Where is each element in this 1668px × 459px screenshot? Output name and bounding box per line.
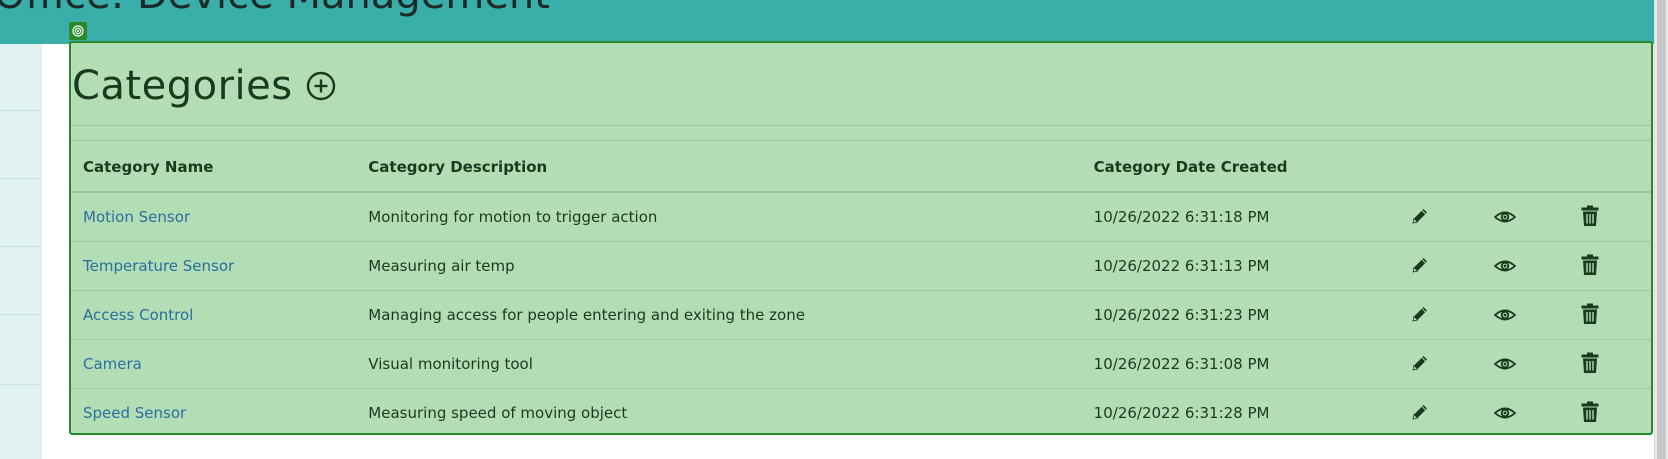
eye-icon — [1494, 260, 1517, 272]
view-cell — [1481, 241, 1567, 291]
delete-button[interactable] — [1578, 351, 1602, 375]
category-date-created-cell: 10/26/2022 6:31:18 PM — [1081, 192, 1397, 242]
sidebar-divider — [0, 110, 42, 111]
delete-cell — [1566, 241, 1651, 291]
edit-cell — [1396, 389, 1481, 438]
view-button[interactable] — [1493, 401, 1517, 425]
sidebar-divider — [0, 314, 42, 315]
table-row: Motion Sensor Monitoring for motion to t… — [71, 192, 1651, 242]
category-name-cell: Access Control — [71, 290, 357, 340]
pencil-icon — [1412, 209, 1428, 224]
eye-icon — [1494, 309, 1517, 321]
column-header-delete — [1566, 143, 1651, 193]
view-cell — [1481, 389, 1566, 438]
table-header-row: Category Name Category Description Categ… — [71, 143, 1651, 193]
categories-table: Category Name Category Description Categ… — [71, 143, 1651, 437]
view-button[interactable] — [1493, 303, 1517, 327]
eye-icon — [1494, 407, 1517, 419]
column-header-edit — [1396, 143, 1482, 193]
edit-button[interactable] — [1408, 253, 1432, 277]
table-row: Speed Sensor Measuring speed of moving o… — [71, 389, 1651, 438]
edit-button[interactable] — [1408, 400, 1432, 424]
category-date-created-cell: 10/26/2022 6:31:08 PM — [1081, 339, 1397, 389]
view-button[interactable] — [1493, 352, 1517, 376]
add-category-button[interactable] — [305, 70, 337, 102]
divider — [71, 125, 1651, 126]
category-description-cell: Measuring air temp — [356, 241, 1082, 291]
delete-cell — [1566, 290, 1651, 340]
eye-icon — [1494, 358, 1517, 370]
pencil-icon — [1412, 405, 1428, 420]
sidebar-divider — [0, 384, 42, 385]
trash-icon — [1581, 205, 1599, 226]
app-title: Office: Device Management — [0, 0, 550, 18]
column-header-description: Category Description — [356, 143, 1082, 193]
vertical-scrollbar[interactable] — [1654, 0, 1668, 459]
trash-icon — [1581, 352, 1599, 373]
trash-icon — [1581, 303, 1599, 324]
scrollbar-thumb[interactable] — [1657, 0, 1666, 459]
edit-cell — [1396, 192, 1482, 242]
category-name-link[interactable]: Speed Sensor — [83, 404, 186, 422]
category-description-cell: Measuring speed of moving object — [368, 404, 628, 422]
category-name-link[interactable]: Temperature Sensor — [83, 257, 234, 275]
delete-cell — [1566, 192, 1651, 242]
column-header-date-created: Category Date Created — [1081, 143, 1397, 193]
category-name-link[interactable]: Access Control — [83, 306, 193, 324]
sidebar-divider — [0, 246, 42, 247]
trash-icon — [1581, 254, 1599, 275]
delete-cell — [1566, 339, 1651, 389]
pencil-icon — [1412, 258, 1428, 273]
pencil-icon — [1412, 356, 1428, 371]
view-cell — [1481, 192, 1567, 242]
category-name-cell: Speed Sensor — [71, 389, 356, 438]
category-name-cell: Motion Sensor — [71, 192, 357, 242]
app-header: Office: Device Management — [0, 0, 1668, 44]
column-header-view — [1481, 143, 1567, 193]
edit-cell — [1396, 339, 1482, 389]
table-row: Temperature Sensor Measuring air temp 10… — [71, 241, 1651, 291]
categories-panel: Categories Category Name Category Descri… — [69, 41, 1653, 435]
category-name-link[interactable]: Camera — [83, 355, 142, 373]
edit-cell — [1396, 290, 1482, 340]
delete-button[interactable] — [1578, 253, 1602, 277]
element-inspector-icon[interactable] — [69, 22, 87, 40]
panel-header: Categories — [72, 63, 337, 109]
pencil-icon — [1412, 307, 1428, 322]
category-name-link[interactable]: Motion Sensor — [83, 208, 190, 226]
table-row: Access Control Managing access for peopl… — [71, 290, 1651, 340]
view-cell — [1481, 290, 1567, 340]
category-description-cell: Managing access for people entering and … — [356, 290, 1082, 340]
delete-button[interactable] — [1578, 400, 1602, 424]
delete-cell — [1566, 389, 1651, 438]
category-description-cell: Monitoring for motion to trigger action — [356, 192, 1082, 242]
category-name-cell: Temperature Sensor — [71, 241, 357, 291]
edit-button[interactable] — [1408, 351, 1432, 375]
edit-button[interactable] — [1408, 204, 1432, 228]
trash-icon — [1581, 401, 1599, 422]
view-button[interactable] — [1493, 205, 1517, 229]
delete-button[interactable] — [1578, 302, 1602, 326]
delete-button[interactable] — [1578, 204, 1602, 228]
category-date-created-cell: 10/26/2022 6:31:23 PM — [1081, 290, 1397, 340]
category-name-cell: Camera — [71, 339, 357, 389]
view-cell — [1481, 339, 1567, 389]
divider — [71, 140, 1651, 141]
eye-icon — [1494, 211, 1517, 223]
sidebar-divider — [0, 178, 42, 179]
edit-button[interactable] — [1408, 302, 1432, 326]
table-row: Camera Visual monitoring tool 10/26/2022… — [71, 339, 1651, 389]
view-button[interactable] — [1493, 254, 1517, 278]
page-title: Categories — [72, 63, 293, 109]
edit-cell — [1396, 241, 1482, 291]
category-date-created-cell: 10/26/2022 6:31:28 PM — [1093, 404, 1270, 422]
column-header-name: Category Name — [71, 143, 357, 193]
category-date-created-cell: 10/26/2022 6:31:13 PM — [1081, 241, 1397, 291]
category-description-cell: Visual monitoring tool — [356, 339, 1082, 389]
sidebar — [0, 44, 42, 459]
plus-circle-icon — [306, 71, 335, 101]
